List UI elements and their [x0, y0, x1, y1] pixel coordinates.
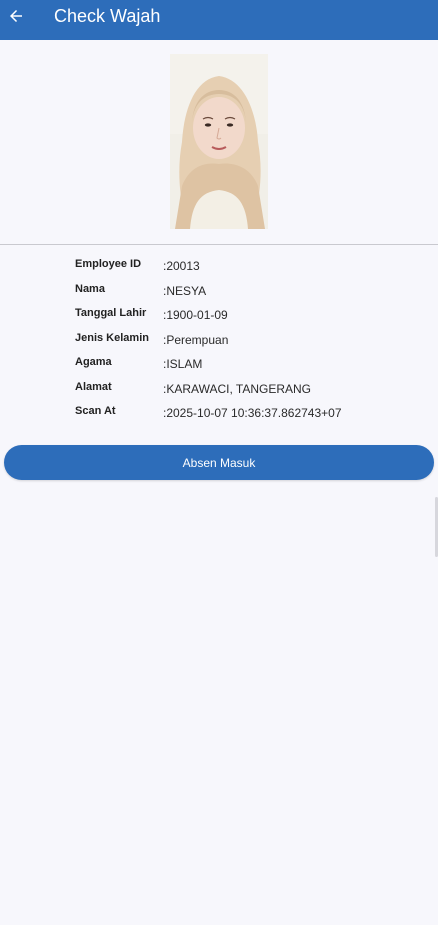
detail-row-employee-id: Employee ID :20013 — [75, 258, 415, 283]
detail-value: :ISLAM — [163, 357, 203, 371]
arrow-left-icon — [10, 10, 22, 22]
employee-details: Employee ID :20013 Nama :NESYA Tanggal L… — [75, 258, 415, 430]
section-divider — [0, 244, 438, 245]
detail-label: Nama — [75, 282, 105, 295]
detail-row-scan-at: Scan At :2025-10-07 10:36:37.862743+07 — [75, 405, 415, 430]
detail-label: Alamat — [75, 380, 112, 393]
detail-row-nama: Nama :NESYA — [75, 283, 415, 308]
detail-value: :2025-10-07 10:36:37.862743+07 — [163, 406, 342, 420]
detail-label: Jenis Kelamin — [75, 331, 149, 344]
detail-row-tanggal-lahir: Tanggal Lahir :1900-01-09 — [75, 307, 415, 332]
detail-row-jenis-kelamin: Jenis Kelamin :Perempuan — [75, 332, 415, 357]
detail-value: :Perempuan — [163, 332, 229, 347]
detail-label: Tanggal Lahir — [75, 307, 147, 319]
detail-value: :1900-01-09 — [163, 308, 228, 322]
absen-masuk-button[interactable]: Absen Masuk — [4, 445, 434, 480]
page-title: Check Wajah — [54, 6, 161, 26]
detail-row-agama: Agama :ISLAM — [75, 356, 415, 381]
detail-label: Scan At — [75, 405, 116, 417]
detail-row-alamat: Alamat :KARAWACI, TANGERANG — [75, 381, 415, 406]
back-button[interactable] — [4, 4, 28, 28]
app-bar: Check Wajah — [0, 0, 438, 40]
detail-value: :20013 — [163, 259, 200, 273]
profile-photo — [170, 54, 268, 229]
detail-label: Agama — [75, 356, 112, 368]
detail-label: Employee ID — [75, 258, 142, 270]
detail-value: :KARAWACI, TANGERANG — [163, 381, 312, 396]
face-photo-illustration — [170, 54, 268, 229]
detail-value: :NESYA — [163, 283, 207, 298]
